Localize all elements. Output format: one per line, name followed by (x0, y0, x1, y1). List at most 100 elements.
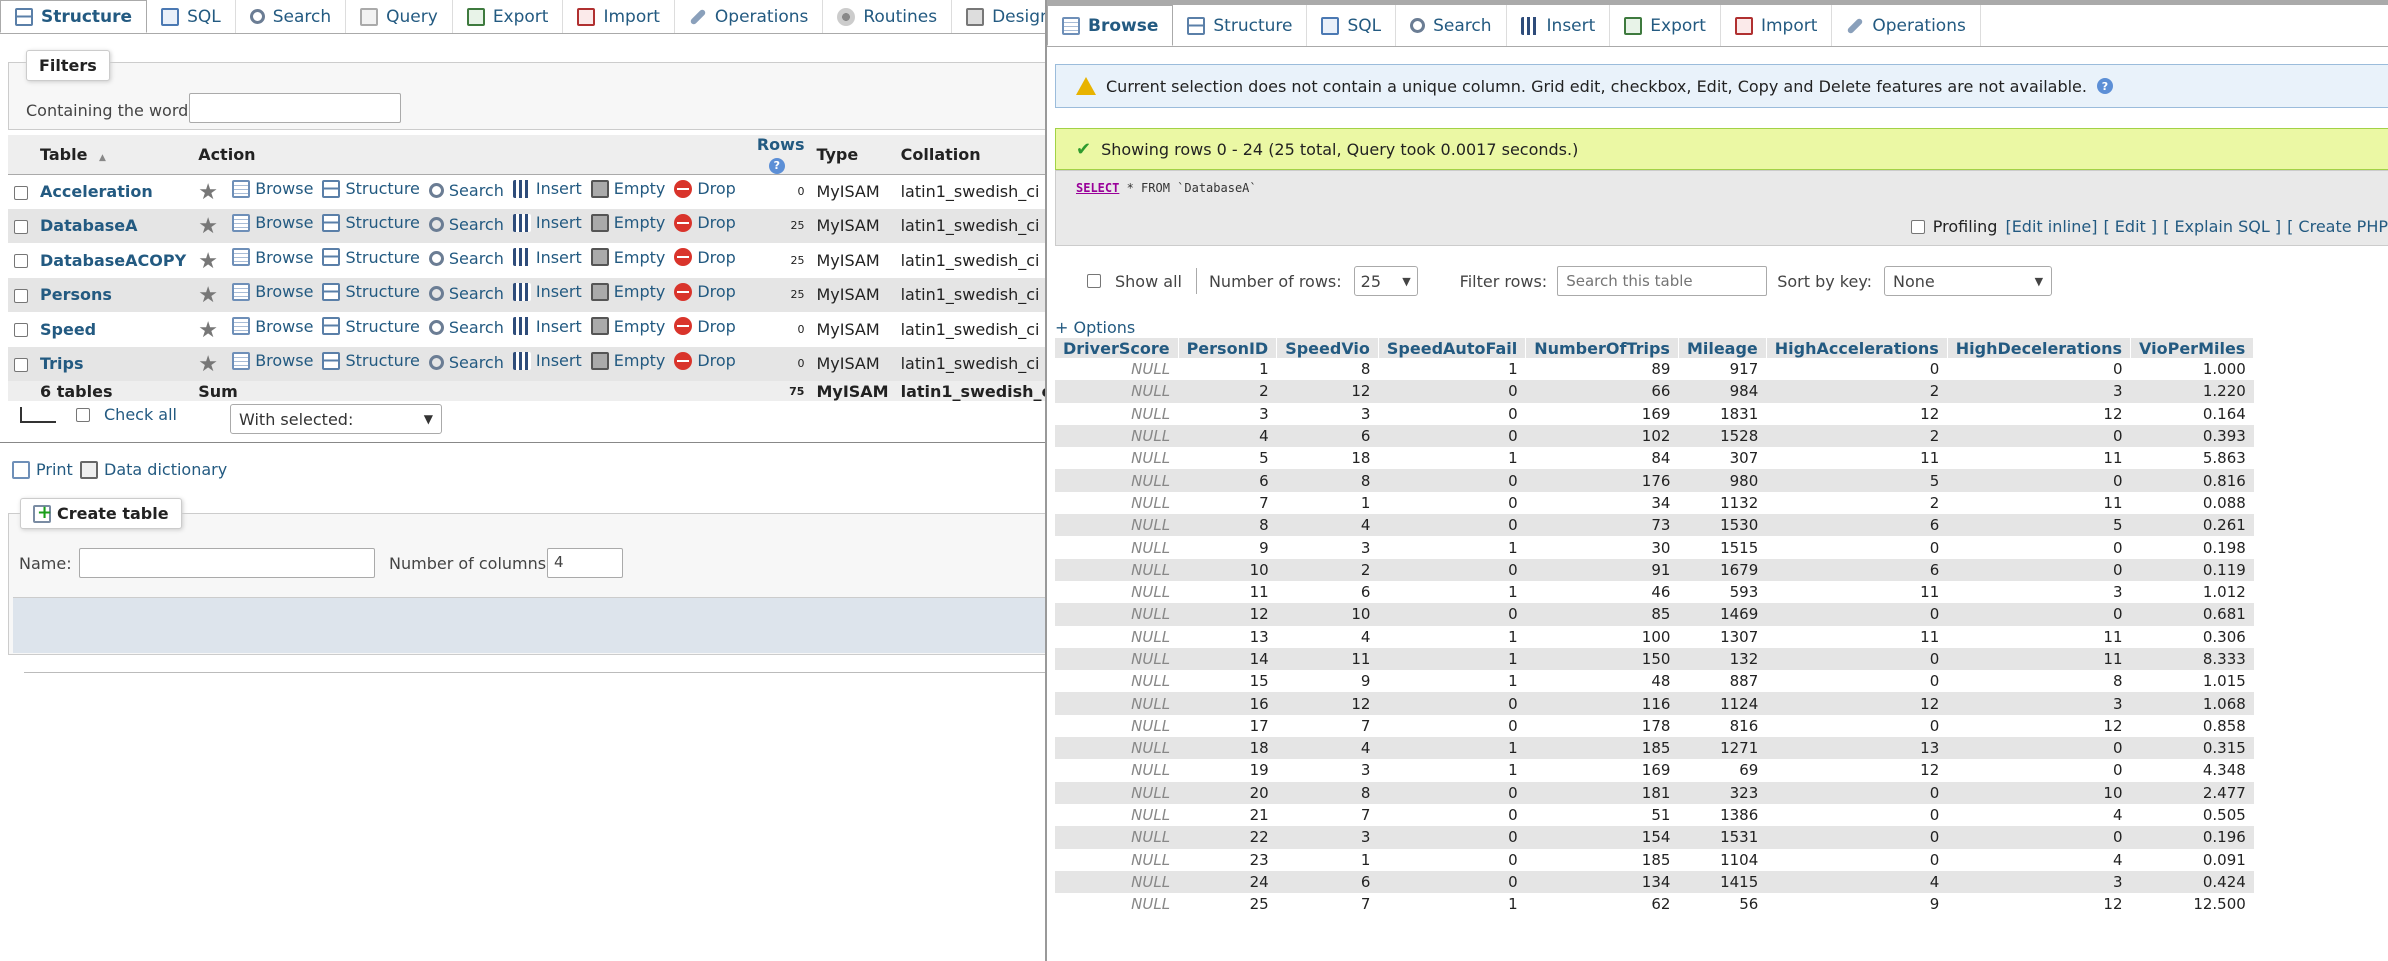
insert-action[interactable]: Insert (512, 317, 582, 336)
browse-action[interactable]: Browse (232, 213, 313, 232)
search-action[interactable]: Search (428, 181, 504, 200)
tab-structure[interactable]: Structure (0, 0, 148, 33)
column-header[interactable]: SpeedVio (1276, 338, 1379, 358)
browse-action[interactable]: Browse (232, 179, 313, 198)
insert-action[interactable]: Insert (512, 179, 582, 198)
with-selected-dropdown[interactable]: With selected: ▼ (230, 404, 442, 434)
insert-action[interactable]: Insert (512, 213, 582, 232)
insert-action[interactable]: Insert (512, 282, 582, 301)
data-dictionary-link[interactable]: Data dictionary (80, 460, 227, 479)
structure-action[interactable]: Structure (322, 248, 420, 267)
star-icon[interactable]: ★ (198, 250, 220, 273)
drop-action[interactable]: Drop (674, 317, 736, 336)
tab-search[interactable]: Search (1396, 5, 1507, 46)
drop-action[interactable]: Drop (674, 248, 736, 267)
insert-action[interactable]: Insert (512, 351, 582, 370)
row-checkbox[interactable] (14, 219, 28, 234)
table-name-input[interactable] (79, 548, 375, 578)
help-icon[interactable]: ? (2096, 78, 2113, 94)
empty-action[interactable]: Empty (590, 213, 665, 232)
check-all-link[interactable]: Check all (104, 405, 177, 424)
search-action[interactable]: Search (428, 284, 504, 303)
row-checkbox[interactable] (14, 288, 28, 303)
table-name-link[interactable]: Speed (40, 320, 96, 339)
tab-export[interactable]: Export (453, 0, 564, 33)
row-checkbox[interactable] (14, 357, 28, 372)
star-icon[interactable]: ★ (198, 319, 220, 342)
show-all-checkbox[interactable] (1087, 274, 1101, 288)
sql-query[interactable]: SELECT * FROM `DatabaseA` (1076, 181, 1257, 195)
check-all-checkbox[interactable] (76, 407, 90, 422)
tab-search[interactable]: Search (236, 0, 347, 33)
drop-action[interactable]: Drop (674, 179, 736, 198)
drop-action[interactable]: Drop (674, 351, 736, 370)
empty-action[interactable]: Empty (590, 179, 665, 198)
profiling-checkbox[interactable] (1910, 219, 1925, 234)
tab-import[interactable]: Import (563, 0, 675, 33)
num-rows-select[interactable]: 25 ▼ (1353, 266, 1418, 296)
row-checkbox[interactable] (14, 254, 28, 269)
tab-structure[interactable]: Structure (1173, 5, 1308, 46)
column-header[interactable]: VioPerMiles (2130, 338, 2255, 358)
column-header[interactable]: HighDecelerations (1947, 338, 2132, 358)
browse-action[interactable]: Browse (232, 317, 313, 336)
empty-action[interactable]: Empty (590, 282, 665, 301)
column-header[interactable]: Mileage (1678, 338, 1767, 358)
structure-action[interactable]: Structure (322, 317, 420, 336)
column-header[interactable]: DriverScore (1055, 338, 1179, 358)
empty-action[interactable]: Empty (590, 317, 665, 336)
structure-action[interactable]: Structure (322, 179, 420, 198)
drop-action[interactable]: Drop (674, 213, 736, 232)
star-icon[interactable]: ★ (198, 285, 220, 307)
browse-action[interactable]: Browse (232, 351, 313, 370)
column-header[interactable]: NumberOfTrips (1525, 338, 1679, 358)
table-name-link[interactable]: Acceleration (40, 182, 153, 201)
insert-action[interactable]: Insert (512, 248, 582, 267)
query-link[interactable]: [Edit inline] (2005, 217, 2097, 236)
table-name-link[interactable]: Persons (40, 285, 112, 304)
browse-action[interactable]: Browse (232, 282, 313, 301)
tab-import[interactable]: Import (1721, 5, 1833, 46)
search-action[interactable]: Search (428, 318, 504, 337)
tab-export[interactable]: Export (1610, 5, 1721, 46)
query-link[interactable]: [ Edit ] (2103, 217, 2157, 236)
sort-by-key-select[interactable]: None ▼ (1884, 266, 2053, 296)
tab-operations[interactable]: Operations (1832, 5, 1981, 46)
table-name-link[interactable]: Trips (40, 354, 84, 373)
print-link[interactable]: Print (12, 460, 73, 479)
search-action[interactable]: Search (428, 215, 504, 234)
tab-query[interactable]: Query (346, 0, 453, 33)
num-columns-input[interactable]: 4 (547, 548, 623, 578)
structure-action[interactable]: Structure (322, 213, 420, 232)
star-icon[interactable]: ★ (198, 216, 220, 238)
drop-action[interactable]: Drop (674, 282, 736, 301)
search-action[interactable]: Search (428, 353, 504, 372)
structure-action[interactable]: Structure (322, 351, 420, 370)
query-link[interactable]: [ Create PHP (2287, 217, 2388, 236)
structure-action[interactable]: Structure (322, 282, 420, 301)
column-header[interactable]: SpeedAutoFail (1378, 338, 1527, 358)
tab-sql[interactable]: SQL (147, 0, 236, 33)
browse-action[interactable]: Browse (232, 248, 313, 267)
col-table-header[interactable]: Table ▲ (34, 135, 193, 175)
options-link[interactable]: + Options (1055, 318, 1135, 337)
empty-action[interactable]: Empty (590, 248, 665, 267)
search-action[interactable]: Search (428, 249, 504, 268)
create-table-legend[interactable]: Create table (20, 498, 182, 529)
tab-operations[interactable]: Operations (675, 0, 824, 33)
star-icon[interactable]: ★ (198, 354, 220, 376)
tab-sql[interactable]: SQL (1307, 5, 1397, 46)
row-checkbox[interactable] (14, 185, 28, 200)
column-header[interactable]: PersonID (1178, 338, 1278, 358)
tab-design[interactable]: Design (952, 0, 1045, 33)
tab-routines[interactable]: Routines (823, 0, 953, 33)
help-icon[interactable]: ? (768, 157, 785, 174)
tab-browse[interactable]: Browse (1047, 5, 1174, 46)
table-name-link[interactable]: DatabaseA (40, 216, 138, 235)
row-checkbox[interactable] (14, 323, 28, 338)
column-header[interactable]: HighAccelerations (1766, 338, 1948, 358)
table-name-link[interactable]: DatabaseACOPY (40, 251, 186, 270)
col-rows-header[interactable]: Rows ? (750, 135, 811, 175)
empty-action[interactable]: Empty (590, 351, 665, 370)
filter-rows-input[interactable] (1557, 266, 1768, 296)
